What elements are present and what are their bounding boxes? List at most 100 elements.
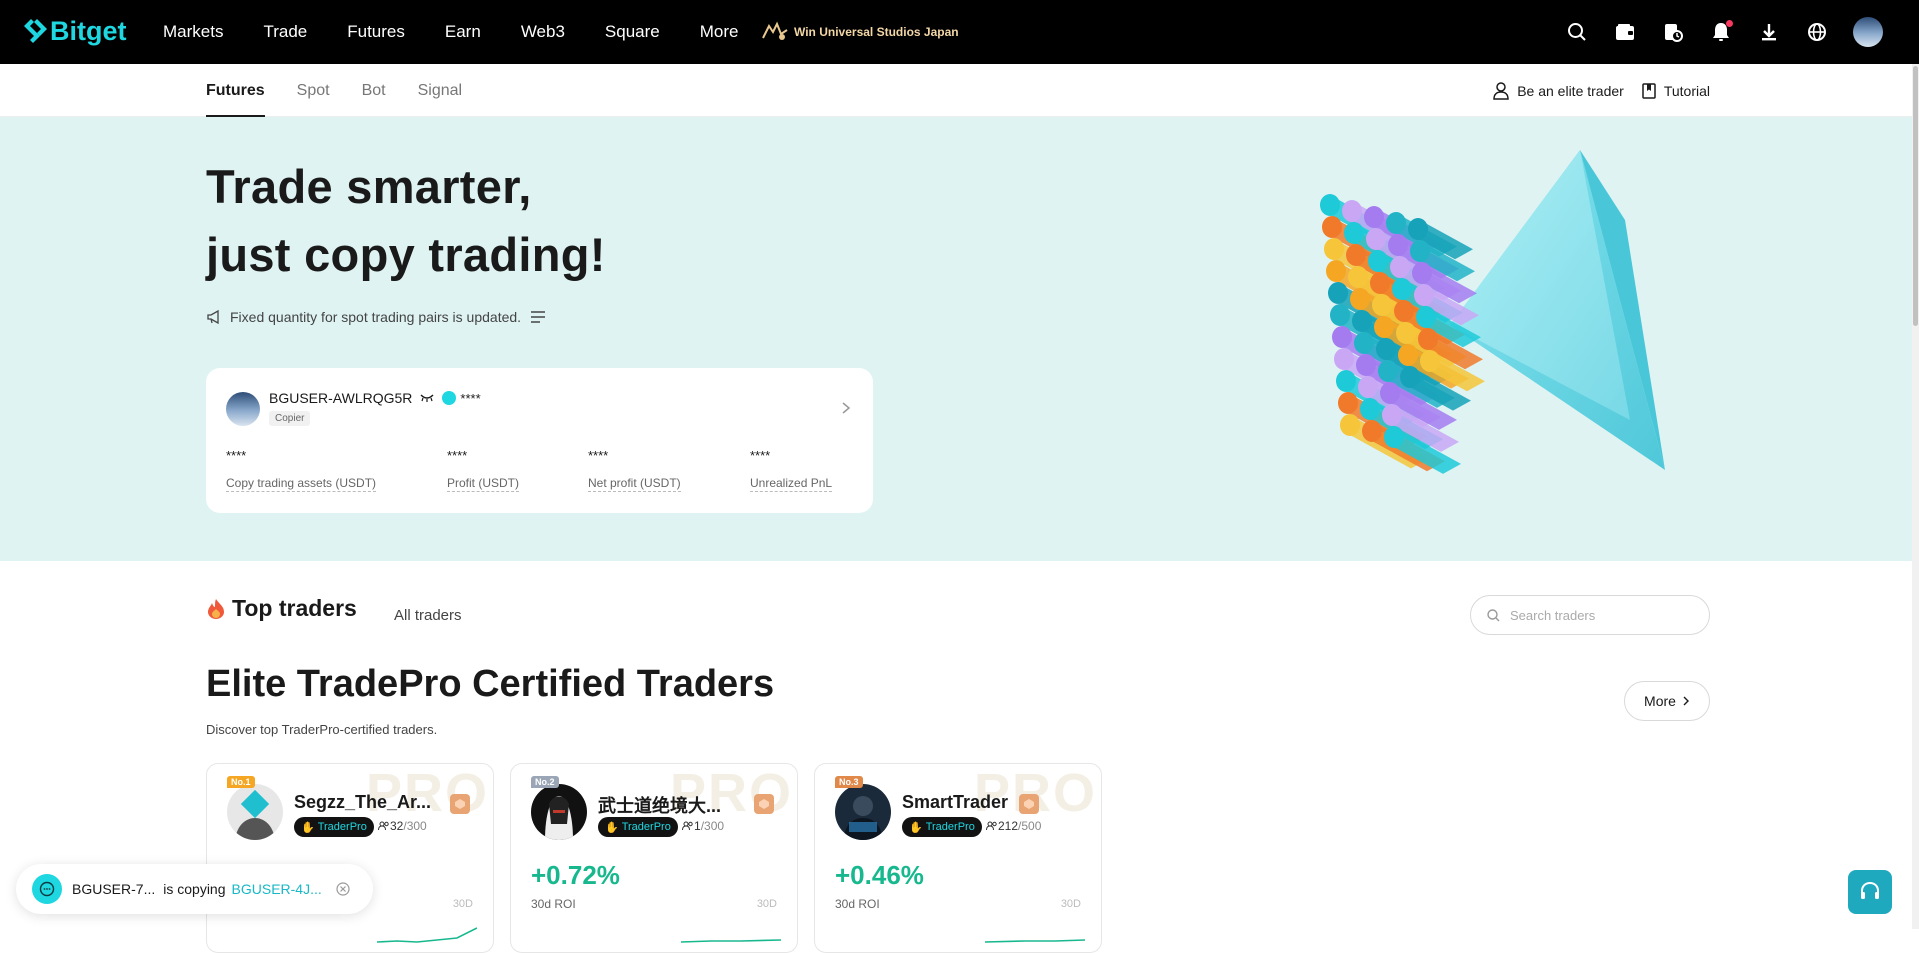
- orders-icon[interactable]: [1661, 20, 1685, 44]
- traderpro-badge: ✋ TraderPro: [598, 817, 678, 837]
- toast-text: is copying: [163, 881, 226, 897]
- announcement[interactable]: Fixed quantity for spot trading pairs is…: [206, 309, 553, 325]
- trader-card[interactable]: PRO No.3 SmartTrader ✋ TraderPro 212/500…: [814, 763, 1102, 953]
- nav-web3[interactable]: Web3: [521, 22, 565, 42]
- hero-title-line2: just copy trading!: [206, 228, 606, 281]
- trader-card[interactable]: PRO No.2 武士道绝境大... ✋ TraderPro 1/300 +0.…: [510, 763, 798, 953]
- top-navbar: Bitget Markets Trade Futures Earn Web3 S…: [0, 0, 1919, 64]
- illustration-cylinder-cap: [1324, 238, 1344, 260]
- tutorial-link[interactable]: Tutorial: [1642, 83, 1710, 99]
- list-icon[interactable]: [531, 311, 546, 323]
- promo-banner[interactable]: Win Universal Studios Japan: [760, 18, 959, 46]
- medal-icon: [754, 794, 774, 814]
- illustration-cylinder-cap: [1358, 376, 1378, 398]
- illustration-cylinder-cap: [1380, 382, 1400, 404]
- trader-avatar: [531, 784, 587, 840]
- logo-text: Bitget: [50, 15, 127, 46]
- roi-value: +0.72%: [531, 860, 620, 890]
- eye-closed-icon[interactable]: [420, 394, 434, 402]
- illustration-cylinder-cap: [1386, 212, 1406, 234]
- illustration-cylinder-cap: [1400, 366, 1420, 388]
- toast-user: BGUSER-7...: [72, 881, 156, 897]
- nav-square[interactable]: Square: [605, 22, 660, 42]
- nav-markets[interactable]: Markets: [163, 22, 223, 42]
- stat-label: Net profit (USDT): [588, 476, 681, 492]
- illustration-cylinder-cap: [1390, 256, 1410, 278]
- all-traders-link[interactable]: All traders: [394, 607, 462, 624]
- page-scrollbar[interactable]: [1912, 64, 1919, 929]
- period-label: 30D: [452, 898, 473, 910]
- copier-count-value: 32: [390, 819, 404, 833]
- support-headset-button[interactable]: [1848, 870, 1892, 914]
- roi-sparkline: [985, 939, 1085, 943]
- illustration-cylinder-cap: [1356, 354, 1376, 376]
- wallet-icon[interactable]: [1613, 20, 1637, 44]
- tab-spot[interactable]: Spot: [297, 64, 330, 117]
- toast-target-link[interactable]: BGUSER-4J...: [232, 881, 322, 897]
- illustration-cylinder-cap: [1360, 398, 1380, 420]
- traderpro-icon: ✋: [909, 821, 923, 834]
- illustration-cylinder-cap: [1396, 322, 1416, 344]
- bell-icon[interactable]: [1709, 20, 1733, 44]
- copier-summary-card[interactable]: BGUSER-AWLRQG5R **** Copier **** Copy tr…: [206, 368, 873, 513]
- bitget-logo[interactable]: Bitget: [22, 14, 127, 48]
- nav-futures[interactable]: Futures: [347, 22, 405, 42]
- user-avatar[interactable]: [1853, 17, 1883, 47]
- illustration-cylinder-cap: [1352, 310, 1372, 332]
- copier-count: 212/500: [986, 819, 1041, 833]
- illustration-cylinder-cap: [1344, 222, 1364, 244]
- chevron-right-icon: [1683, 696, 1689, 706]
- trader-avatar: [835, 784, 891, 840]
- traderpro-badge: ✋ TraderPro: [902, 817, 982, 837]
- trader-card[interactable]: PRO No.1 Segzz_The_Ar... ✋ TraderPro 32/…: [206, 763, 494, 953]
- chevron-right-icon[interactable]: [841, 401, 851, 415]
- traderpro-badge: ✋ TraderPro: [294, 817, 374, 837]
- illustration-cylinder-cap: [1412, 262, 1432, 284]
- roi-label: 30d ROI: [531, 897, 576, 911]
- nav-trade[interactable]: Trade: [263, 22, 307, 42]
- scrollbar-thumb[interactable]: [1913, 66, 1918, 326]
- copier-role-badge: Copier: [269, 411, 311, 426]
- coin-icon: [442, 391, 457, 405]
- illustration-cylinder-cap: [1376, 338, 1396, 360]
- search-traders-input[interactable]: [1510, 607, 1690, 623]
- nav-earn[interactable]: Earn: [445, 22, 481, 42]
- stat-value: ****: [588, 448, 609, 463]
- headset-icon: [1861, 881, 1879, 899]
- more-button[interactable]: More: [1624, 681, 1710, 721]
- illustration-cylinder-cap: [1320, 194, 1340, 216]
- stat-label: Unrealized PnL: [750, 476, 833, 492]
- illustration-cylinder-cap: [1348, 266, 1368, 288]
- copier-count-max: /300: [403, 819, 427, 833]
- illustration-cylinder-cap: [1326, 260, 1346, 282]
- stat-value: ****: [447, 448, 468, 463]
- search-traders-box[interactable]: [1470, 595, 1710, 635]
- tutorial-label: Tutorial: [1663, 82, 1710, 99]
- illustration-cylinder-cap: [1392, 278, 1412, 300]
- globe-icon[interactable]: [1805, 20, 1829, 44]
- copier-count-max: /300: [700, 819, 725, 833]
- fire-icon: [208, 598, 224, 619]
- illustration-cylinder-cap: [1346, 244, 1366, 266]
- users-icon: [378, 821, 389, 831]
- illustration-cylinder-cap: [1328, 282, 1348, 304]
- roi-sparkline: [681, 939, 781, 943]
- copy-activity-toast[interactable]: BGUSER-7... is copying BGUSER-4J...: [16, 864, 373, 914]
- search-icon[interactable]: [1565, 20, 1589, 44]
- illustration-cylinder-cap: [1342, 200, 1362, 222]
- nav-more[interactable]: More: [700, 22, 739, 42]
- tab-signal[interactable]: Signal: [418, 64, 462, 117]
- traderpro-label: TraderPro: [925, 821, 975, 833]
- tab-futures[interactable]: Futures: [206, 64, 265, 117]
- traderpro-label: TraderPro: [317, 821, 367, 833]
- copier-username: BGUSER-AWLRQG5R: [269, 390, 413, 406]
- illustration-cylinder-cap: [1340, 414, 1360, 436]
- close-icon[interactable]: [336, 882, 350, 896]
- users-icon: [986, 821, 997, 831]
- download-icon[interactable]: [1757, 20, 1781, 44]
- tab-bot[interactable]: Bot: [362, 64, 386, 117]
- be-elite-trader-link[interactable]: Be an elite trader: [1493, 81, 1624, 100]
- copier-avatar: [226, 392, 260, 426]
- illustration-cylinder-cap: [1336, 370, 1356, 392]
- illustration-cylinder-cap: [1378, 360, 1398, 382]
